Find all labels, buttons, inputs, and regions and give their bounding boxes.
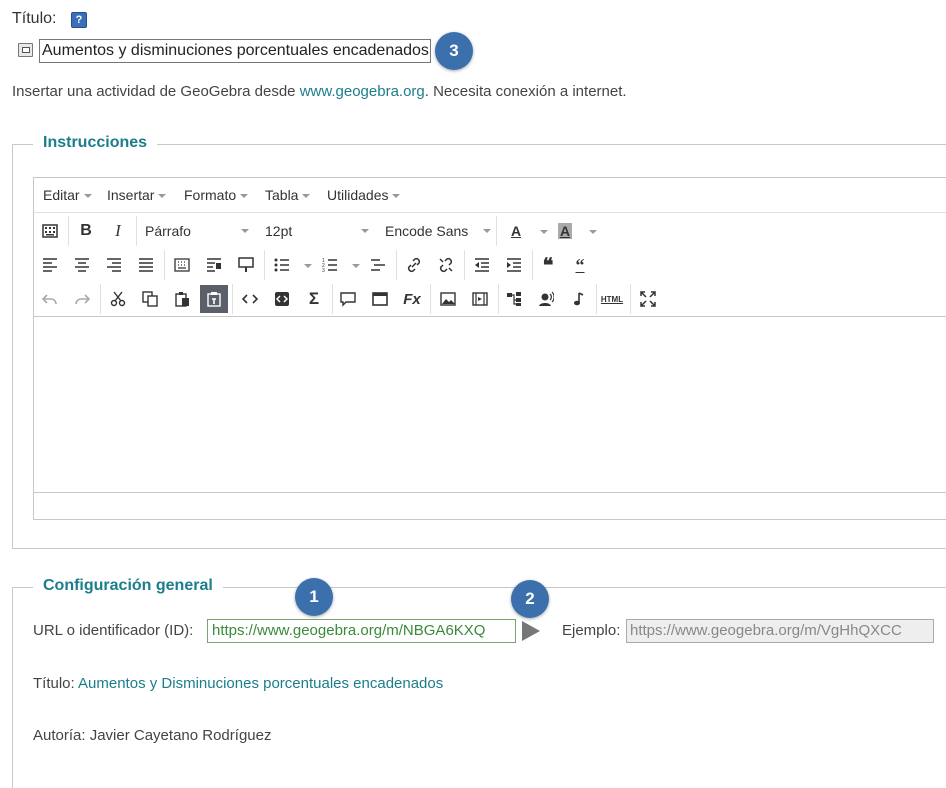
speech-icon[interactable]: [532, 285, 560, 313]
indent-list-icon[interactable]: [364, 251, 392, 279]
fullscreen-icon[interactable]: [634, 285, 662, 313]
background-color-icon[interactable]: A: [551, 217, 579, 245]
cut-icon[interactable]: [104, 285, 132, 313]
config-title-row: Título: Aumentos y Disminuciones porcent…: [33, 675, 443, 692]
toolbar-row-3: Σ Fx HTML: [34, 282, 946, 316]
badge-2: 2: [511, 580, 549, 618]
menu-utilidades-label: Utilidades: [327, 187, 389, 203]
undo-icon[interactable]: [36, 285, 64, 313]
comment-icon[interactable]: [334, 285, 362, 313]
formula-icon[interactable]: Fx: [398, 285, 426, 313]
config-title-value[interactable]: Aumentos y Disminuciones porcentuales en…: [78, 675, 443, 692]
menu-tabla[interactable]: Tabla: [265, 187, 311, 203]
bold-icon[interactable]: B: [72, 217, 100, 245]
source-code-icon[interactable]: [268, 285, 296, 313]
menu-formato[interactable]: Formato: [184, 187, 249, 203]
music-note-icon[interactable]: [564, 285, 592, 313]
align-justify-icon[interactable]: [132, 251, 160, 279]
editor-content-area[interactable]: [34, 316, 946, 493]
config-legend: Configuración general: [33, 577, 223, 595]
paste-icon[interactable]: [168, 285, 196, 313]
numbered-list-icon[interactable]: 123: [316, 251, 344, 279]
code-icon[interactable]: [236, 285, 264, 313]
badge-3: 3: [435, 32, 473, 70]
outdent-icon[interactable]: [468, 251, 496, 279]
window-icon-toolbar[interactable]: [366, 285, 394, 313]
example-label: Ejemplo:: [562, 622, 621, 639]
size-select[interactable]: 12pt: [265, 223, 369, 239]
menu-editar-label: Editar: [43, 187, 80, 203]
title-input[interactable]: Aumentos y disminuciones porcentuales en…: [39, 39, 431, 63]
paste-text-icon[interactable]: [200, 285, 228, 313]
align-right-icon[interactable]: [100, 251, 128, 279]
intro-before: Insertar una actividad de GeoGebra desde: [12, 83, 300, 100]
menu-insertar[interactable]: Insertar: [107, 187, 167, 203]
editor-menubar: Editar Insertar Formato Tabla Utilidades: [34, 178, 946, 213]
play-icon[interactable]: [522, 621, 540, 641]
text-wrap-icon[interactable]: [200, 251, 228, 279]
diagram-icon[interactable]: [500, 285, 528, 313]
menu-editar[interactable]: Editar: [43, 187, 92, 203]
format-select[interactable]: Párrafo: [145, 223, 249, 239]
toolbar-row-1: B I Párrafo 12pt Encode Sans A A: [34, 214, 946, 248]
toolbar-row-2: 123 ❝ “: [34, 248, 946, 282]
keyboard-icon[interactable]: [36, 217, 64, 245]
align-center-icon[interactable]: [68, 251, 96, 279]
sigma-icon[interactable]: Σ: [300, 285, 328, 313]
intro-after: . Necesita conexión a internet.: [424, 83, 627, 100]
size-select-label: 12pt: [265, 223, 293, 239]
tooltip-icon[interactable]: [232, 251, 260, 279]
table-grid-icon[interactable]: [168, 251, 196, 279]
bg-color-label: A: [557, 223, 573, 239]
example-input[interactable]: https://www.geogebra.org/m/VgHhQXCC: [626, 619, 934, 643]
video-icon[interactable]: [466, 285, 494, 313]
align-left-icon[interactable]: [36, 251, 64, 279]
bullet-list-icon[interactable]: [268, 251, 296, 279]
geogebra-link[interactable]: www.geogebra.org: [300, 83, 425, 100]
font-select-label: Encode Sans: [385, 223, 469, 239]
author-row: Autoría: Javier Cayetano Rodríguez: [33, 727, 271, 744]
font-color-label: A: [510, 223, 522, 239]
menu-insertar-label: Insertar: [107, 187, 155, 203]
font-select[interactable]: Encode Sans: [385, 223, 491, 239]
format-select-label: Párrafo: [145, 223, 191, 239]
badge-1: 1: [295, 578, 333, 616]
font-color-icon[interactable]: A: [502, 217, 530, 245]
copy-icon[interactable]: [136, 285, 164, 313]
author-value: Javier Cayetano Rodríguez: [89, 727, 272, 744]
cite-icon[interactable]: “: [566, 251, 594, 279]
window-icon[interactable]: [18, 43, 33, 57]
instructions-legend: Instrucciones: [33, 134, 158, 152]
redo-icon[interactable]: [68, 285, 96, 313]
help-icon[interactable]: ?: [71, 12, 87, 28]
menu-formato-label: Formato: [184, 187, 237, 203]
link-icon[interactable]: [400, 251, 428, 279]
html-icon[interactable]: HTML: [598, 285, 626, 313]
editor-statusbar: [34, 492, 946, 521]
menu-utilidades[interactable]: Utilidades: [327, 187, 401, 203]
blockquote-icon[interactable]: ❝: [534, 251, 562, 279]
rich-text-editor: Editar Insertar Formato Tabla Utilidades…: [33, 177, 946, 520]
italic-icon[interactable]: I: [104, 217, 132, 245]
indent-icon[interactable]: [500, 251, 528, 279]
svg-text:3: 3: [322, 268, 325, 273]
author-label: Autoría:: [33, 727, 90, 744]
image-icon[interactable]: [434, 285, 462, 313]
config-title-label: Título:: [33, 675, 79, 692]
url-input[interactable]: https://www.geogebra.org/m/NBGA6KXQ: [207, 619, 516, 643]
url-label: URL o identificador (ID):: [33, 622, 194, 639]
title-label: Título:: [12, 10, 57, 27]
intro-text: Insertar una actividad de GeoGebra desde…: [12, 83, 627, 100]
unlink-icon[interactable]: [432, 251, 460, 279]
menu-tabla-label: Tabla: [265, 187, 299, 203]
